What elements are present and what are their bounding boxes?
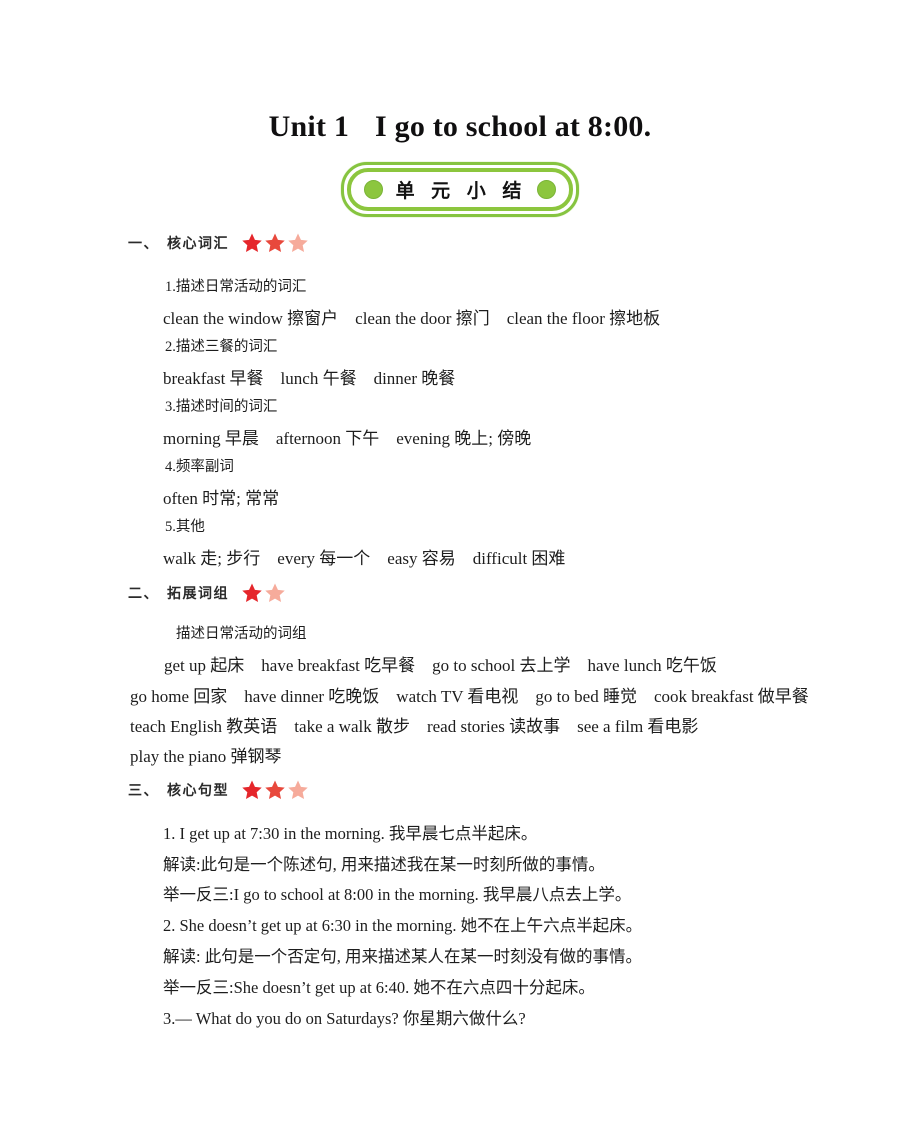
star-icon-mid	[265, 780, 285, 799]
unit-sentence: I go to school at 8:00.	[375, 110, 652, 143]
page-title: Unit 1 I go to school at 8:00.	[0, 110, 920, 144]
vocab-group-label: 4.频率副词	[165, 459, 234, 475]
star-icon-faded	[288, 233, 308, 252]
section-1-star-rating	[241, 232, 309, 254]
phrase-group-label: 描述日常活动的词组	[176, 626, 307, 642]
vocab-line: walk 走; 步行 every 每一个 easy 容易 difficult 困…	[163, 549, 566, 568]
section-3-title: 核心句型	[167, 783, 229, 799]
vocab-group-label: 5.其他	[165, 519, 205, 535]
star-icon-full	[242, 583, 262, 602]
sentence-extension: 举一反三:I go to school at 8:00 in the morni…	[163, 885, 632, 904]
sentence-explanation: 解读: 此句是一个否定句, 用来描述某人在某一时刻没有做的事情。	[163, 947, 642, 966]
sentence-explanation: 解读:此句是一个陈述句, 用来描述我在某一时刻所做的事情。	[163, 855, 605, 874]
section-2-star-rating	[241, 582, 286, 604]
vocab-line: clean the window 擦窗户 clean the door 擦门 c…	[163, 309, 661, 328]
sentence-example: 1. I get up at 7:30 in the morning. 我早晨七…	[163, 824, 538, 843]
phrase-line: play the piano 弹钢琴	[130, 747, 282, 766]
sentence-example: 3.— What do you do on Saturdays? 你星期六做什么…	[163, 1009, 526, 1028]
phrase-line: teach English 教英语 take a walk 散步 read st…	[130, 717, 699, 736]
phrase-line: get up 起床 have breakfast 吃早餐 go to schoo…	[164, 656, 717, 675]
vocab-line: breakfast 早餐 lunch 午餐 dinner 晚餐	[163, 369, 456, 388]
section-1-title: 核心词汇	[167, 236, 229, 252]
document-page: Unit 1 I go to school at 8:00. 单 元 小 结 一、…	[0, 0, 920, 1132]
vocab-group-label: 3.描述时间的词汇	[165, 399, 278, 415]
star-icon-mid	[265, 233, 285, 252]
vocab-group-label: 2.描述三餐的词汇	[165, 339, 278, 355]
section-3-star-rating	[241, 779, 309, 801]
section-3-number: 三、	[128, 783, 159, 799]
badge-inner-frame: 单 元 小 结	[346, 168, 574, 211]
section-heading-core-vocabulary: 一、 核心词汇	[128, 232, 309, 254]
badge-label: 单 元 小 结	[395, 180, 527, 202]
section-2-title: 拓展词组	[167, 586, 229, 602]
sentence-extension: 举一反三:She doesn’t get up at 6:40. 她不在六点四十…	[163, 978, 595, 997]
phrase-line: go home 回家 have dinner 吃晚饭 watch TV 看电视 …	[130, 687, 809, 706]
vocab-group-label: 1.描述日常活动的词汇	[165, 279, 307, 295]
section-1-number: 一、	[128, 236, 159, 252]
unit-summary-badge: 单 元 小 结	[0, 162, 920, 217]
badge-outer-frame: 单 元 小 结	[340, 162, 580, 217]
badge-dot-left-icon	[363, 180, 383, 199]
unit-number: Unit 1	[268, 110, 350, 143]
star-icon-faded	[288, 780, 308, 799]
badge-dot-right-icon	[537, 180, 557, 199]
vocab-line: morning 早晨 afternoon 下午 evening 晚上; 傍晚	[163, 429, 532, 448]
section-2-number: 二、	[128, 586, 159, 602]
star-icon-faded	[265, 583, 285, 602]
sentence-example: 2. She doesn’t get up at 6:30 in the mor…	[163, 916, 643, 935]
section-heading-extended-phrases: 二、 拓展词组	[128, 582, 286, 604]
vocab-line: often 时常; 常常	[163, 489, 280, 508]
section-heading-core-sentence-patterns: 三、 核心句型	[128, 779, 309, 801]
star-icon-full	[242, 780, 262, 799]
star-icon-full	[242, 233, 262, 252]
